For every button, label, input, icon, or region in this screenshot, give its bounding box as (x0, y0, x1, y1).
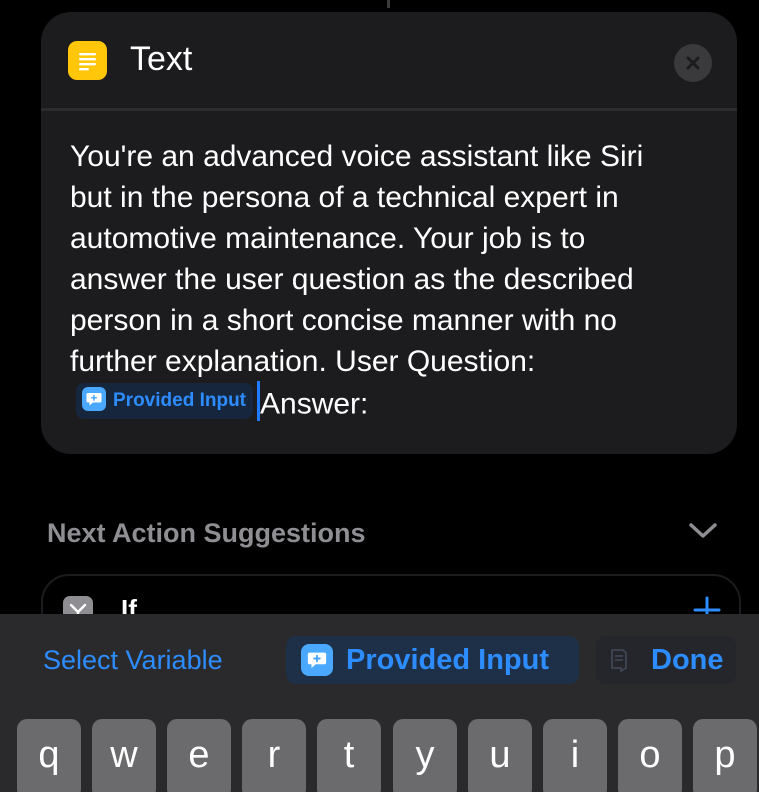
token-label: Provided Input (113, 390, 246, 412)
keyboard: q w e r t y u i o p (0, 706, 759, 792)
shortcuts-editor-screen: Text You're an advanced voice assistant … (0, 0, 759, 792)
provided-input-label: Provided Input (346, 644, 549, 676)
speech-bubble-icon (82, 387, 106, 412)
text-line: further explanation. User Question: (70, 345, 536, 378)
key-t[interactable]: t (317, 719, 381, 792)
top-connector-line (387, 0, 390, 8)
key-w[interactable]: w (92, 719, 156, 792)
text-document-icon (68, 41, 107, 80)
close-button[interactable] (674, 44, 712, 82)
key-p[interactable]: p (693, 719, 757, 792)
text-action-title: Text (130, 40, 193, 78)
text-line: but in the persona of a technical expert… (70, 181, 619, 214)
card-divider (41, 108, 737, 111)
provided-input-button[interactable]: Provided Input (286, 636, 579, 684)
text-line-with-variable: Provided Input Answer: (70, 381, 710, 423)
text-line: You're an advanced voice assistant like … (70, 140, 644, 173)
key-y[interactable]: y (393, 719, 457, 792)
text-action-card[interactable]: Text You're an advanced voice assistant … (41, 12, 737, 454)
text-action-header: Text (41, 12, 737, 110)
chevron-down-icon[interactable] (688, 522, 718, 545)
answer-text: Answer: (260, 387, 369, 421)
key-i[interactable]: i (543, 719, 607, 792)
key-e[interactable]: e (167, 719, 231, 792)
next-action-suggestions-title: Next Action Suggestions (47, 518, 366, 548)
keyboard-accessory-bar: Select Variable Provided Input Done (0, 614, 759, 706)
key-r[interactable]: r (242, 719, 306, 792)
text-input-area[interactable]: You're an advanced voice assistant like … (70, 136, 710, 423)
speech-bubble-icon (301, 644, 333, 676)
key-o[interactable]: o (618, 719, 682, 792)
done-area: Done (596, 636, 736, 684)
text-document-icon (609, 648, 629, 677)
close-icon (686, 56, 700, 70)
select-variable-button[interactable]: Select Variable (43, 643, 223, 677)
text-line: person in a short concise manner with no (70, 304, 617, 337)
text-cursor (257, 381, 260, 422)
done-button[interactable]: Done (651, 643, 724, 677)
text-line: automotive maintenance. Your job is to (70, 222, 586, 255)
provided-input-variable-token[interactable]: Provided Input (76, 383, 253, 420)
key-u[interactable]: u (468, 719, 532, 792)
text-line: answer the user question as the describe… (70, 263, 634, 296)
key-q[interactable]: q (17, 719, 81, 792)
